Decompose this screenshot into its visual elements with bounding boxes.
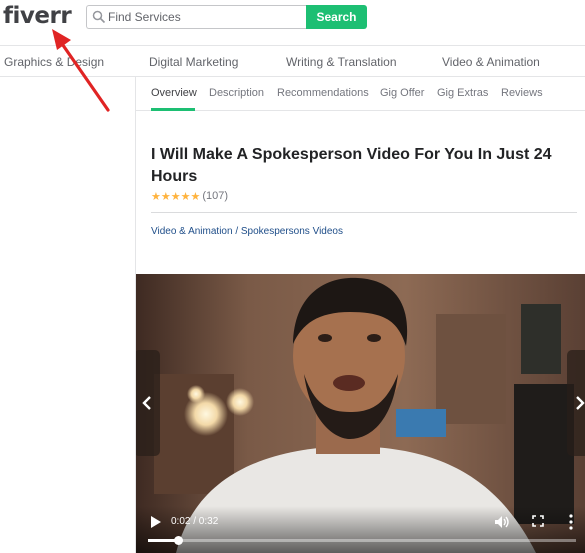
- gig-video-player[interactable]: 0:02 / 0:32: [136, 274, 585, 553]
- chevron-left-icon: [142, 396, 151, 410]
- search-button[interactable]: Search: [306, 5, 367, 29]
- gig-title: I Will Make A Spokesperson Video For You…: [151, 146, 552, 185]
- tab-gig-offer[interactable]: Gig Offer: [380, 87, 424, 99]
- category-digital-marketing[interactable]: Digital Marketing: [149, 55, 238, 69]
- annotation-arrow-icon: [52, 29, 110, 112]
- chevron-right-icon: [576, 396, 585, 410]
- video-time: 0:02 / 0:32: [171, 516, 219, 527]
- tab-recommendations[interactable]: Recommendations: [277, 87, 369, 99]
- star-rating-icon: ★★★★★: [151, 190, 201, 203]
- gig-rating: ★★★★★ (107): [151, 189, 228, 203]
- rating-count[interactable]: (107): [202, 190, 228, 202]
- gig-tabs: Overview Description Recommendations Gig…: [136, 77, 585, 111]
- search-icon: [92, 10, 106, 24]
- active-tab-indicator: [151, 108, 195, 111]
- search-input[interactable]: [108, 6, 298, 28]
- video-progress-thumb[interactable]: [173, 536, 183, 545]
- tab-overview[interactable]: Overview: [151, 87, 197, 99]
- tab-gig-extras[interactable]: Gig Extras: [437, 87, 488, 99]
- play-icon[interactable]: [150, 515, 162, 529]
- video-prev-button[interactable]: [136, 350, 160, 456]
- category-writing-translation[interactable]: Writing & Translation: [286, 55, 397, 69]
- search-box[interactable]: [86, 5, 307, 29]
- more-vertical-icon[interactable]: [569, 514, 573, 530]
- video-controls: 0:02 / 0:32: [136, 506, 585, 553]
- tab-description[interactable]: Description: [209, 87, 264, 99]
- category-video-animation[interactable]: Video & Animation: [442, 55, 540, 69]
- title-divider: [151, 212, 577, 213]
- fullscreen-icon[interactable]: [532, 515, 544, 527]
- video-progress-bar[interactable]: [148, 536, 576, 545]
- video-next-button[interactable]: [567, 350, 585, 456]
- volume-icon[interactable]: [494, 515, 510, 529]
- tab-reviews[interactable]: Reviews: [501, 87, 543, 99]
- gig-breadcrumb[interactable]: Video & Animation / Spokespersons Videos: [151, 226, 343, 237]
